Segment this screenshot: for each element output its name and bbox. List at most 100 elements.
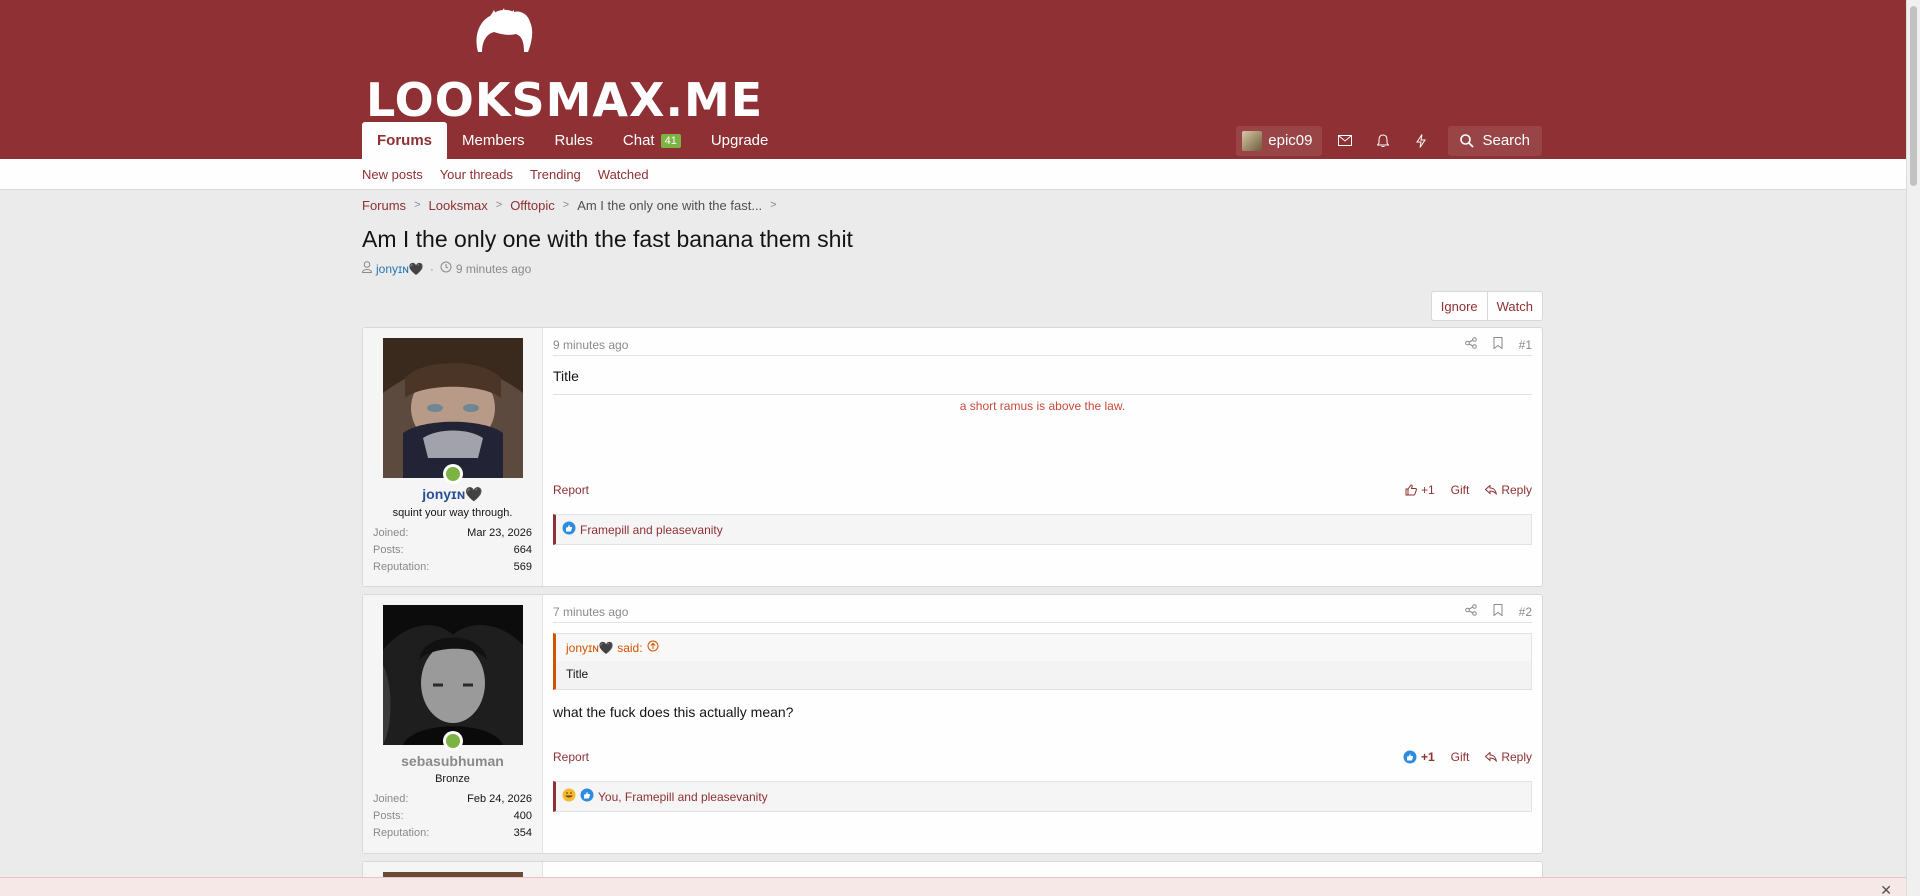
- breadcrumb-forums[interactable]: Forums: [362, 198, 406, 213]
- post: jonyɪɴ🖤 squint your way through. Joined:…: [362, 327, 1543, 587]
- chevron-right-icon: >: [562, 199, 570, 211]
- share-icon[interactable]: [1464, 604, 1477, 619]
- chevron-right-icon: >: [770, 199, 777, 211]
- report-button[interactable]: Report: [553, 750, 589, 764]
- inbox-icon[interactable]: [1326, 126, 1364, 156]
- account-button[interactable]: epic09: [1236, 125, 1323, 156]
- like-button[interactable]: +1: [1405, 483, 1435, 497]
- user-icon: [361, 261, 373, 276]
- site-logo[interactable]: LOOKSMAX.ME: [366, 8, 762, 127]
- user-stats: Joined: Mar 23, 2026 Posts: 664 Reputation…: [373, 525, 532, 576]
- bookmark-icon[interactable]: [1493, 337, 1503, 352]
- user-title: Bronze: [435, 773, 470, 785]
- breadcrumb-looksmax[interactable]: Looksmax: [429, 198, 488, 213]
- post-main: 9 minutes ago #1 Title a short ramus is …: [543, 328, 1542, 586]
- post-main: 7 minutes ago #2 jonyɪɴ🖤 said: Title wha…: [543, 595, 1542, 853]
- reply-button[interactable]: Reply: [1485, 483, 1532, 497]
- search-icon: [1460, 133, 1475, 148]
- reply-icon: [1485, 752, 1498, 762]
- laugh-reaction-icon: [562, 788, 576, 805]
- tab-members-label: Members: [462, 132, 525, 149]
- subnav-new-posts[interactable]: New posts: [362, 167, 423, 182]
- search-button[interactable]: Search: [1448, 125, 1542, 156]
- clock-icon: [440, 261, 452, 276]
- like-reaction-icon: [562, 521, 576, 538]
- post-time[interactable]: 7 minutes ago: [553, 605, 628, 619]
- breadcrumb: Forums > Looksmax > Offtopic > Am I the …: [362, 187, 1543, 223]
- subnav-trending[interactable]: Trending: [530, 167, 581, 182]
- subnav-your-threads[interactable]: Your threads: [440, 167, 513, 182]
- quote-author: jonyɪɴ🖤 said:: [566, 640, 643, 655]
- logo-text: LOOKSMAX.ME: [366, 73, 764, 127]
- thumbs-up-icon: [1403, 750, 1417, 764]
- close-icon[interactable]: ✕: [1880, 882, 1892, 896]
- joined-value: Feb 24, 2026: [467, 793, 532, 805]
- quote-block: jonyɪɴ🖤 said: Title: [553, 633, 1532, 690]
- bookmark-icon[interactable]: [1493, 604, 1503, 619]
- quote-header[interactable]: jonyɪɴ🖤 said:: [556, 634, 1531, 661]
- post-header: 9 minutes ago #1: [553, 334, 1532, 356]
- breadcrumb-current: Am I the only one with the fast...: [577, 197, 763, 213]
- post-user-panel: sebasubhuman Bronze Joined: Feb 24, 2026 …: [363, 595, 543, 853]
- quote-body: Title: [556, 661, 1531, 689]
- like-button[interactable]: +1: [1403, 750, 1435, 764]
- post-time[interactable]: 9 minutes ago: [553, 338, 628, 352]
- reputation-value: 569: [513, 561, 532, 573]
- watch-button[interactable]: Watch: [1486, 292, 1542, 320]
- search-label: Search: [1482, 132, 1530, 149]
- post-username[interactable]: sebasubhuman: [373, 753, 532, 769]
- ignore-button[interactable]: Ignore: [1432, 292, 1487, 320]
- joined-label: Joined:: [373, 793, 409, 805]
- like-count: +1: [1420, 750, 1435, 764]
- scrollbar[interactable]: [1906, 0, 1920, 896]
- post-username[interactable]: jonyɪɴ🖤: [373, 486, 532, 503]
- chevron-right-icon: >: [495, 199, 503, 211]
- post-user-panel: jonyɪɴ🖤 squint your way through. Joined:…: [363, 328, 543, 586]
- subnav-watched[interactable]: Watched: [598, 167, 649, 182]
- tab-members[interactable]: Members: [447, 122, 540, 159]
- arrow-up-circle-icon[interactable]: [647, 640, 659, 655]
- hair-logo-icon: [476, 8, 533, 52]
- breadcrumb-offtopic[interactable]: Offtopic: [510, 198, 555, 213]
- post-number[interactable]: #1: [1519, 338, 1532, 352]
- reactions-bar[interactable]: Framepill and pleasevanity: [553, 514, 1532, 545]
- thumbs-up-icon: [1405, 484, 1417, 496]
- tab-forums[interactable]: Forums: [362, 122, 448, 159]
- like-count: +1: [1420, 483, 1435, 497]
- share-icon[interactable]: [1464, 337, 1477, 352]
- tab-upgrade-label: Upgrade: [710, 132, 769, 149]
- tab-chat[interactable]: Chat 41: [608, 122, 696, 159]
- thread-author[interactable]: jonyɪɴ🖤: [376, 262, 424, 276]
- joined-label: Joined:: [373, 527, 409, 539]
- thread-time: 9 minutes ago: [455, 261, 532, 276]
- gift-button[interactable]: Gift: [1451, 483, 1470, 497]
- avatar[interactable]: [382, 605, 523, 751]
- bell-icon[interactable]: [1364, 126, 1402, 156]
- sub-nav: New posts Your threads Trending Watched: [0, 159, 1920, 190]
- thread-actions: Ignore Watch: [1430, 291, 1543, 321]
- gift-button[interactable]: Gift: [1451, 750, 1470, 764]
- chat-count-badge: 41: [660, 133, 681, 148]
- post-body: what the fuck does this actually mean?: [553, 704, 794, 720]
- user-nav: epic09 Search: [1236, 122, 1542, 159]
- bolt-icon[interactable]: [1402, 126, 1440, 156]
- scrollbar-thumb[interactable]: [1910, 6, 1917, 186]
- reactions-bar[interactable]: You, Framepill and pleasevanity: [553, 781, 1532, 812]
- reputation-value: 354: [513, 827, 532, 839]
- report-button[interactable]: Report: [553, 483, 589, 497]
- reactions-users[interactable]: Framepill and pleasevanity: [580, 523, 723, 537]
- reactions-users[interactable]: You, Framepill and pleasevanity: [598, 790, 768, 804]
- like-reaction-icon: [580, 788, 594, 805]
- avatar[interactable]: [382, 338, 523, 484]
- signature: a short ramus is above the law.: [553, 394, 1532, 413]
- tab-rules-label: Rules: [554, 132, 593, 149]
- post-footer: Report +1 Gift Reply: [553, 750, 1532, 764]
- reply-button[interactable]: Reply: [1485, 750, 1532, 764]
- tab-forums-label: Forums: [377, 132, 433, 149]
- tab-upgrade[interactable]: Upgrade: [696, 122, 784, 159]
- tab-rules[interactable]: Rules: [540, 122, 608, 159]
- posts-value: 400: [513, 810, 532, 822]
- main-content: Forums > Looksmax > Offtopic > Am I the …: [361, 191, 1543, 896]
- user-title: squint your way through.: [392, 507, 513, 519]
- post-number[interactable]: #2: [1519, 605, 1532, 619]
